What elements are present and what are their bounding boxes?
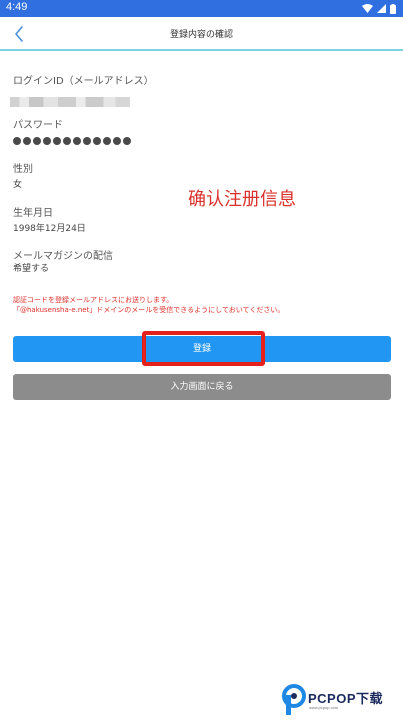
password-dot	[83, 137, 91, 145]
newsletter-field: メールマガジンの配信 希望する	[13, 251, 113, 275]
battery-icon	[390, 3, 396, 14]
email-value-redacted	[10, 97, 130, 107]
password-dot	[93, 137, 101, 145]
password-dot	[73, 137, 81, 145]
gender-label: 性別	[13, 164, 33, 175]
gender-value: 女	[13, 180, 23, 190]
newsletter-label: メールマガジンの配信	[13, 251, 113, 262]
wifi-icon	[362, 4, 373, 13]
status-bar: 4:49	[0, 0, 403, 17]
password-dot	[23, 137, 31, 145]
annotation-text: 确认注册信息	[188, 189, 296, 210]
email-field: ログインID（メールアドレス）	[13, 76, 154, 88]
gender-field: 性別 女	[13, 164, 33, 191]
password-dot	[33, 137, 41, 145]
password-label: パスワード	[13, 120, 63, 131]
password-field: パスワード	[13, 120, 63, 132]
watermark: PCPOP下载 www.pcpop.com	[282, 683, 400, 717]
back-to-input-button[interactable]: 入力画面に戻る	[13, 374, 391, 400]
birthday-label: 生年月日	[13, 208, 53, 219]
password-dot	[63, 137, 71, 145]
password-dot	[123, 137, 131, 145]
notice-line-2: 「@hakusensha-e.net」ドメインのメールを受信できるようにしておい…	[13, 306, 285, 314]
notice-text: 認証コードを登録メールアドレスにお送りします。 「@hakusensha-e.n…	[13, 295, 393, 315]
birthday-value: 1998年12月24日	[13, 224, 86, 234]
password-dot	[103, 137, 111, 145]
signal-icon	[377, 4, 386, 13]
password-value	[13, 137, 131, 145]
pcpop-logo-icon	[282, 684, 306, 715]
highlight-annotation-box	[142, 331, 265, 366]
email-label: ログインID（メールアドレス）	[13, 76, 154, 87]
password-dot	[43, 137, 51, 145]
app-bar: 登録内容の確認	[0, 17, 403, 51]
status-icons	[362, 3, 396, 14]
notice-line-1: 認証コードを登録メールアドレスにお送りします。	[13, 296, 174, 304]
birthday-field: 生年月日 1998年12月24日	[13, 208, 86, 235]
page-title: 登録内容の確認	[169, 30, 233, 40]
password-dot	[13, 137, 21, 145]
watermark-sub: www.pcpop.com	[309, 705, 339, 710]
status-time: 4:49	[6, 1, 28, 13]
password-dot	[113, 137, 121, 145]
newsletter-value: 希望する	[13, 264, 50, 274]
password-dot	[53, 137, 61, 145]
